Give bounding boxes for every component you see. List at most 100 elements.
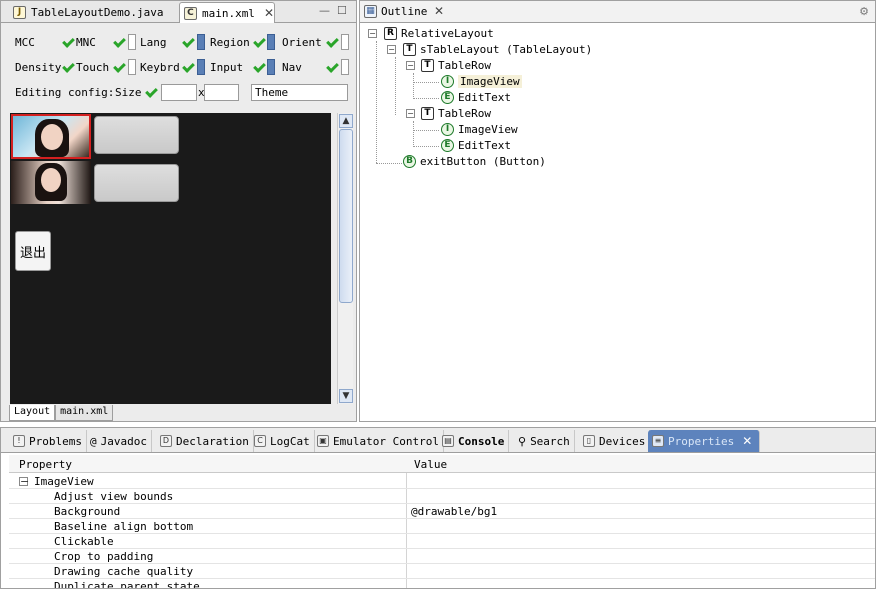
outline-node-tablerow-2[interactable]: T TableRow: [421, 106, 491, 121]
tab-main-xml[interactable]: C main.xml ✕: [179, 2, 275, 23]
photo-face: [41, 168, 61, 192]
tab-emulator-control[interactable]: ▣ Emulator Control: [313, 430, 444, 452]
touch-combo[interactable]: [128, 59, 136, 75]
tab-logcat[interactable]: C LogCat: [250, 430, 315, 452]
tab-devices[interactable]: ▯ Devices: [579, 430, 651, 452]
property-column-header[interactable]: Property: [19, 458, 72, 471]
outline-node-exitbutton[interactable]: B exitButton (Button): [403, 154, 546, 169]
layout-canvas[interactable]: 退出: [10, 113, 331, 404]
tablelayout-icon: T: [403, 43, 416, 56]
mnc-combo[interactable]: [128, 34, 136, 50]
tab-label: Console: [458, 434, 505, 448]
collapse-icon[interactable]: −: [368, 29, 377, 38]
relativelayout-icon: R: [384, 27, 397, 40]
tab-tablelayoutdemo-java[interactable]: J TableLayoutDemo.java: [9, 2, 175, 23]
close-icon[interactable]: ✕: [264, 6, 274, 20]
tab-label: TableLayoutDemo.java: [31, 6, 164, 19]
properties-header: Property Value: [9, 455, 875, 473]
tree-line: [413, 121, 414, 147]
region-label: Region: [210, 36, 250, 49]
scroll-thumb[interactable]: [339, 129, 353, 303]
size-height-input[interactable]: [204, 84, 239, 101]
property-group-row[interactable]: − ImageView: [9, 474, 875, 489]
tab-search[interactable]: ⚲ Search: [514, 430, 575, 452]
tablerow-icon: T: [421, 59, 434, 72]
property-row[interactable]: Baseline align bottom: [9, 519, 875, 534]
outline-view: ▦ Outline ✕ ⚙ − R RelativeLayout − T sTa…: [359, 0, 876, 422]
input-combo[interactable]: [267, 59, 275, 75]
exit-button[interactable]: 退出: [15, 231, 51, 271]
tab-main-xml-source[interactable]: main.xml: [55, 405, 114, 421]
outline-node-imageview-1[interactable]: I ImageView: [441, 74, 522, 89]
outline-title: Outline: [381, 5, 428, 18]
tab-console[interactable]: ▤ Console: [438, 430, 510, 452]
canvas-scrollbar[interactable]: ▲ ▼: [337, 113, 353, 404]
keybrd-combo[interactable]: [197, 59, 205, 75]
edittext-2[interactable]: [94, 164, 179, 202]
property-name: Drawing cache quality: [54, 565, 194, 578]
tree-line: [413, 82, 439, 83]
scroll-down-icon[interactable]: ▼: [339, 389, 353, 403]
mcc-label: MCC: [15, 36, 35, 49]
maximize-icon[interactable]: ☐: [337, 4, 347, 17]
property-row[interactable]: Background @drawable/bg1: [9, 504, 875, 519]
outline-node-tablelayout[interactable]: T sTableLayout (TableLayout): [403, 42, 592, 57]
property-row[interactable]: Clickable: [9, 534, 875, 549]
outline-node-imageview-2[interactable]: I ImageView: [441, 122, 518, 137]
scroll-up-icon[interactable]: ▲: [339, 114, 353, 128]
tab-properties[interactable]: ≡ Properties ✕: [648, 430, 760, 452]
property-value[interactable]: @drawable/bg1: [411, 505, 497, 518]
outline-node-relativelayout[interactable]: R RelativeLayout: [384, 26, 494, 41]
nav-label: Nav: [282, 61, 302, 74]
region-combo[interactable]: [267, 34, 275, 50]
tab-declaration[interactable]: D Declaration: [156, 430, 254, 452]
emulator-icon: ▣: [317, 435, 329, 447]
config-row-2: Density Touch Keybrd Input Nav: [1, 56, 356, 78]
property-row[interactable]: Drawing cache quality: [9, 564, 875, 579]
editor-bottom-tabs: Layout main.xml: [9, 405, 114, 421]
collapse-icon[interactable]: −: [406, 61, 415, 70]
property-row[interactable]: Duplicate parent state: [9, 579, 875, 588]
node-label: TableRow: [438, 59, 491, 72]
outline-node-edittext-1[interactable]: E EditText: [441, 90, 511, 105]
node-label: TableRow: [438, 107, 491, 120]
button-icon: B: [403, 155, 416, 168]
orient-label: Orient: [282, 36, 322, 49]
property-row[interactable]: Adjust view bounds: [9, 489, 875, 504]
tab-javadoc[interactable]: @ Javadoc: [86, 430, 152, 452]
orient-combo[interactable]: [341, 34, 349, 50]
imageview-2[interactable]: [11, 161, 91, 204]
collapse-icon[interactable]: −: [387, 45, 396, 54]
nav-combo[interactable]: [341, 59, 349, 75]
bottom-views: ! Problems @ Javadoc D Declaration C Log…: [0, 427, 876, 589]
search-icon: ⚲: [518, 434, 527, 448]
imageview-1[interactable]: [11, 114, 91, 159]
outline-node-edittext-2[interactable]: E EditText: [441, 138, 511, 153]
close-icon[interactable]: ✕: [742, 434, 752, 448]
tab-problems[interactable]: ! Problems: [9, 430, 87, 452]
lang-combo[interactable]: [197, 34, 205, 50]
outline-icon: ▦: [364, 5, 377, 18]
tree-line: [413, 146, 439, 147]
node-label: ImageView: [458, 75, 522, 88]
collapse-icon[interactable]: −: [19, 476, 29, 487]
view-menu-icon[interactable]: ⚙: [859, 5, 869, 18]
property-row[interactable]: Crop to padding: [9, 549, 875, 564]
value-column-header[interactable]: Value: [414, 458, 447, 471]
touch-check-icon: [114, 60, 126, 72]
size-width-input[interactable]: [161, 84, 197, 101]
edittext-1[interactable]: [94, 116, 179, 154]
lang-label: Lang: [140, 36, 167, 49]
theme-select[interactable]: Theme: [251, 84, 348, 101]
node-label: sTableLayout (TableLayout): [420, 43, 593, 56]
views-tabbar: ! Problems @ Javadoc D Declaration C Log…: [1, 428, 875, 453]
tab-label: Declaration: [176, 434, 249, 448]
collapse-icon[interactable]: −: [406, 109, 415, 118]
tab-layout[interactable]: Layout: [9, 405, 56, 421]
touch-label: Touch: [76, 61, 110, 74]
close-icon[interactable]: ✕: [434, 4, 444, 18]
editing-config-label: Editing config:: [15, 86, 115, 99]
mnc-check-icon: [114, 35, 126, 47]
minimize-icon[interactable]: —: [319, 4, 330, 17]
outline-node-tablerow-1[interactable]: T TableRow: [421, 58, 491, 73]
